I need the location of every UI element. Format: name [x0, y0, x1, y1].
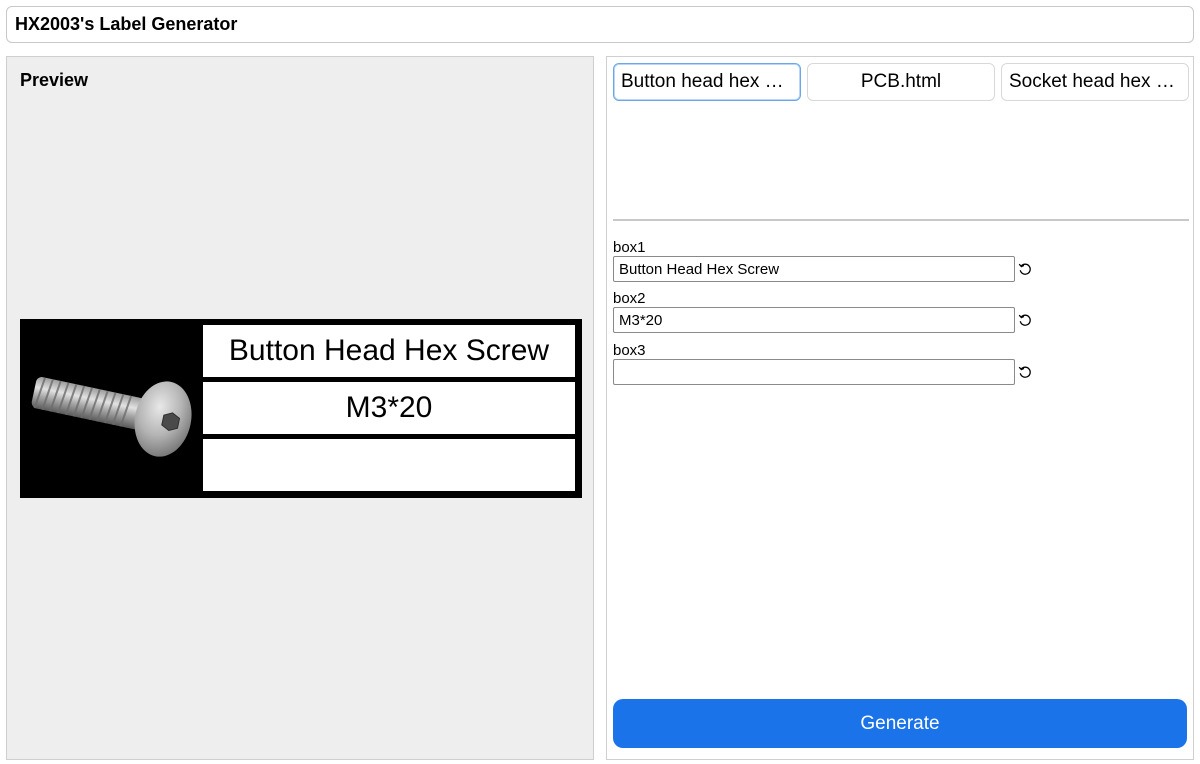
- button-head-hex-screw-icon: [20, 319, 202, 498]
- tab-pcb[interactable]: PCB.html: [807, 63, 995, 101]
- label-preview: Button Head Hex Screw M3*20: [20, 319, 582, 498]
- box1-input[interactable]: [613, 256, 1015, 282]
- generate-button[interactable]: Generate: [613, 699, 1187, 748]
- box3-label: box3: [613, 342, 646, 359]
- divider: [613, 219, 1189, 221]
- box2-label: box2: [613, 290, 646, 307]
- app-title: HX2003's Label Generator: [15, 14, 238, 34]
- box1-field-group: box1: [613, 239, 1043, 282]
- editor-panel: Button head hex … PCB.html Socket head h…: [606, 56, 1194, 760]
- reset-icon[interactable]: [1017, 312, 1033, 328]
- label-box2: M3*20: [203, 382, 575, 434]
- box2-input[interactable]: [613, 307, 1015, 333]
- preview-heading: Preview: [20, 70, 89, 90]
- box3-input[interactable]: [613, 359, 1015, 385]
- tab-button-head-hex[interactable]: Button head hex …: [613, 63, 801, 101]
- reset-icon[interactable]: [1017, 261, 1033, 277]
- tab-label: Button head hex …: [621, 71, 784, 92]
- template-tabs: Button head hex … PCB.html Socket head h…: [613, 63, 1189, 103]
- tab-label: PCB.html: [860, 71, 942, 92]
- reset-icon[interactable]: [1017, 364, 1033, 380]
- label-box3: [203, 439, 575, 491]
- preview-panel: Preview Button Head Hex Screw M3*20: [6, 56, 594, 760]
- screw-illustration: [31, 376, 192, 457]
- tab-label: Socket head hex …: [1009, 71, 1175, 92]
- box2-field-group: box2: [613, 290, 1043, 333]
- label-box1: Button Head Hex Screw: [203, 325, 575, 377]
- box1-label: box1: [613, 239, 646, 256]
- app-title-bar: HX2003's Label Generator: [6, 6, 1194, 43]
- box3-field-group: box3: [613, 342, 1043, 385]
- tab-socket-head-hex[interactable]: Socket head hex …: [1001, 63, 1189, 101]
